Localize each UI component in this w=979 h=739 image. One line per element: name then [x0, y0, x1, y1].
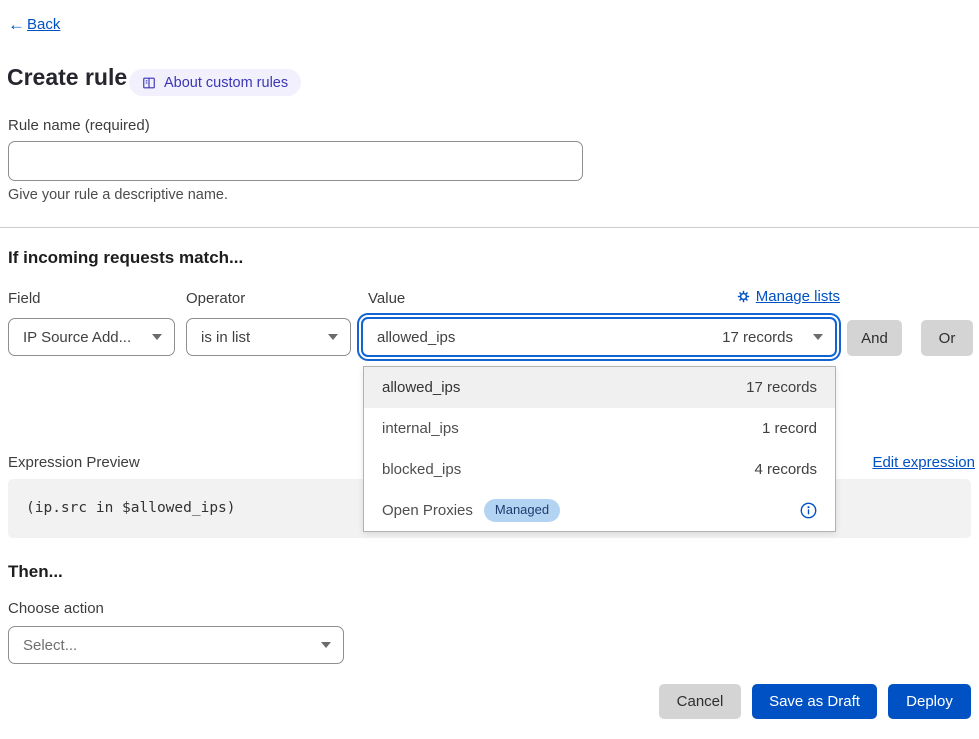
value-select-record-count: 17 records	[722, 329, 793, 346]
value-column-label: Value	[368, 290, 405, 307]
list-option-name: internal_ips	[382, 420, 459, 437]
manage-lists-link[interactable]: Manage lists	[737, 288, 840, 305]
list-option-internal-ips[interactable]: internal_ips 1 record	[364, 408, 835, 449]
deploy-button[interactable]: Deploy	[888, 684, 971, 719]
manage-lists-label: Manage lists	[756, 288, 840, 305]
list-option-name: blocked_ips	[382, 461, 461, 478]
choose-action-label: Choose action	[8, 600, 104, 617]
rule-name-input[interactable]	[8, 141, 583, 181]
create-rule-page: ← Back Create rule About custom rules Ru…	[0, 0, 979, 739]
list-option-records: 17 records	[746, 379, 817, 396]
save-as-draft-button[interactable]: Save as Draft	[752, 684, 877, 719]
caret-down-icon	[321, 642, 331, 648]
field-column-label: Field	[8, 290, 41, 307]
then-section-heading: Then...	[8, 562, 63, 582]
list-option-records: 1 record	[762, 420, 817, 437]
operator-select[interactable]: is in list	[186, 318, 351, 356]
list-dropdown-menu: allowed_ips 17 records internal_ips 1 re…	[363, 366, 836, 532]
operator-column-label: Operator	[186, 290, 245, 307]
list-option-blocked-ips[interactable]: blocked_ips 4 records	[364, 449, 835, 490]
back-link[interactable]: ← Back	[8, 16, 60, 33]
list-option-allowed-ips[interactable]: allowed_ips 17 records	[364, 367, 835, 408]
or-button[interactable]: Or	[921, 320, 973, 356]
gear-icon	[737, 290, 750, 303]
page-title: Create rule	[7, 64, 127, 91]
field-select-value: IP Source Add...	[23, 329, 131, 346]
field-select[interactable]: IP Source Add...	[8, 318, 175, 356]
book-icon	[142, 76, 156, 90]
about-custom-rules-label: About custom rules	[164, 75, 288, 91]
expression-preview-label: Expression Preview	[8, 454, 140, 471]
managed-badge: Managed	[484, 499, 560, 522]
list-option-name: allowed_ips	[382, 379, 460, 396]
and-button[interactable]: And	[847, 320, 902, 356]
edit-expression-link[interactable]: Edit expression	[872, 454, 975, 471]
operator-select-value: is in list	[201, 329, 250, 346]
action-select[interactable]: Select...	[8, 626, 344, 664]
back-link-label: Back	[27, 16, 60, 33]
list-option-open-proxies[interactable]: Open Proxies Managed	[364, 490, 835, 531]
value-select[interactable]: allowed_ips 17 records	[361, 317, 837, 357]
cancel-button[interactable]: Cancel	[659, 684, 741, 719]
rule-name-label: Rule name (required)	[8, 117, 150, 134]
back-arrow-icon: ←	[8, 16, 25, 33]
caret-down-icon	[328, 334, 338, 340]
action-select-placeholder: Select...	[23, 637, 77, 654]
caret-down-icon	[813, 334, 823, 340]
info-icon[interactable]	[800, 502, 817, 519]
list-option-records: 4 records	[754, 461, 817, 478]
rule-name-helper-text: Give your rule a descriptive name.	[8, 187, 228, 203]
section-divider	[0, 227, 979, 228]
about-custom-rules-link[interactable]: About custom rules	[129, 69, 301, 96]
value-select-name: allowed_ips	[377, 329, 455, 346]
match-section-heading: If incoming requests match...	[8, 248, 243, 268]
list-option-name: Open Proxies	[382, 502, 473, 519]
caret-down-icon	[152, 334, 162, 340]
